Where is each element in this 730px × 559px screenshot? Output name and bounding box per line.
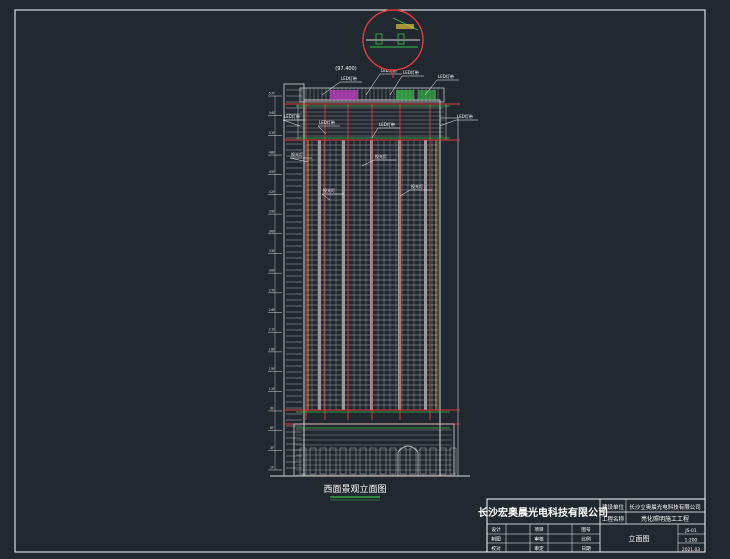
callout-text: LED灯带 <box>379 121 395 127</box>
callout-text: LED灯带 <box>403 69 419 75</box>
callout-text: 投光灯 <box>375 153 387 159</box>
level-label: 39F <box>269 210 276 214</box>
level-marks: 57F 54F 51F 48F 45F 42F 39F 36F 33F 30F 27F 24F 21F 1… <box>268 92 282 471</box>
level-label: 18F <box>269 347 276 351</box>
title-row-label: 图号 <box>581 527 591 533</box>
callout-leader <box>439 119 457 127</box>
level-label: 1F <box>270 466 274 470</box>
level-label: 36F <box>269 229 276 233</box>
detail-magnifier <box>362 9 424 78</box>
view-title-group: 西面景观立面图 <box>323 483 387 501</box>
company-name: 长沙宏奥晨光电科技有限公司 <box>478 506 608 519</box>
title-row-value: JS-01 <box>684 528 696 534</box>
callout-text: LED灯带 <box>457 113 473 119</box>
level-label: 30F <box>269 269 276 273</box>
crown-magenta-panel <box>330 90 358 100</box>
title-row-value: 1:200 <box>685 538 698 544</box>
level-label: 48F <box>269 151 276 155</box>
callout-text: LED灯带 <box>319 119 335 125</box>
pier <box>318 140 321 410</box>
building-facade <box>270 83 470 477</box>
pier <box>370 140 373 410</box>
title-block: 长沙宏奥晨光电科技有限公司 建设单位 长沙立奥晨光电科技有限公司 工程名称 亮化… <box>478 498 706 553</box>
level-label: 33F <box>269 249 276 253</box>
right-wing-outline <box>439 117 459 477</box>
project-value: 亮化照明施工工程 <box>641 515 689 523</box>
level-label: 45F <box>269 170 276 174</box>
title-row-label: 项目 <box>534 527 544 533</box>
level-label: 57F <box>269 92 276 96</box>
level-label: 54F <box>269 111 276 115</box>
level-label: 51F <box>269 131 276 135</box>
level-label: 9F <box>270 406 274 410</box>
pier <box>342 140 345 410</box>
left-wing-outline <box>283 83 305 477</box>
title-row-label: 校对 <box>491 545 501 552</box>
callout-text: LED灯带 <box>341 75 357 81</box>
title-row-label: 制图 <box>491 536 501 543</box>
level-label: 6F <box>270 426 274 430</box>
title-row-label: 设计 <box>491 526 501 533</box>
callout-leader <box>282 119 301 127</box>
callout-text: 投光灯 <box>291 151 303 157</box>
view-title: 西面景观立面图 <box>323 483 386 495</box>
level-label: 42F <box>269 190 276 194</box>
pier <box>398 140 401 410</box>
level-label: 21F <box>269 328 276 332</box>
project-label: 工程名称 <box>602 515 625 523</box>
crown-green-panel <box>396 90 414 100</box>
callout-text: LED灯带 <box>284 113 300 119</box>
title-row-label: 审定 <box>534 545 544 552</box>
elevation-tag: (97.400) <box>335 66 356 72</box>
callout-leader <box>371 127 379 139</box>
title-row-value: 2021.03 <box>682 547 700 553</box>
drawing-name: 立面图 <box>629 534 650 543</box>
title-row-label: 日期 <box>581 546 591 552</box>
callout-text: 投光灯 <box>411 183 423 189</box>
level-label: 24F <box>269 308 276 312</box>
level-label: 12F <box>269 387 276 391</box>
entrance-arch <box>397 445 419 476</box>
callout-text: 投光灯 <box>323 187 335 193</box>
client-label: 建设单位 <box>602 503 625 511</box>
client-value: 长沙立奥晨光电科技有限公司 <box>629 503 701 511</box>
callout-leader <box>289 157 309 163</box>
title-row-label: 审核 <box>534 536 544 543</box>
title-row-label: 比例 <box>581 536 591 543</box>
crown-green-panel <box>418 90 436 100</box>
level-label: 3F <box>270 446 274 450</box>
callout-text: LED灯带 <box>438 73 454 79</box>
level-label: 27F <box>269 288 276 292</box>
level-label: 15F <box>269 367 276 371</box>
elevation-drawing-canvas: 57F 54F 51F 48F 45F 42F 39F 36F 33F 30F 27F 24F 21F 1… <box>14 9 706 553</box>
pier <box>424 140 427 410</box>
